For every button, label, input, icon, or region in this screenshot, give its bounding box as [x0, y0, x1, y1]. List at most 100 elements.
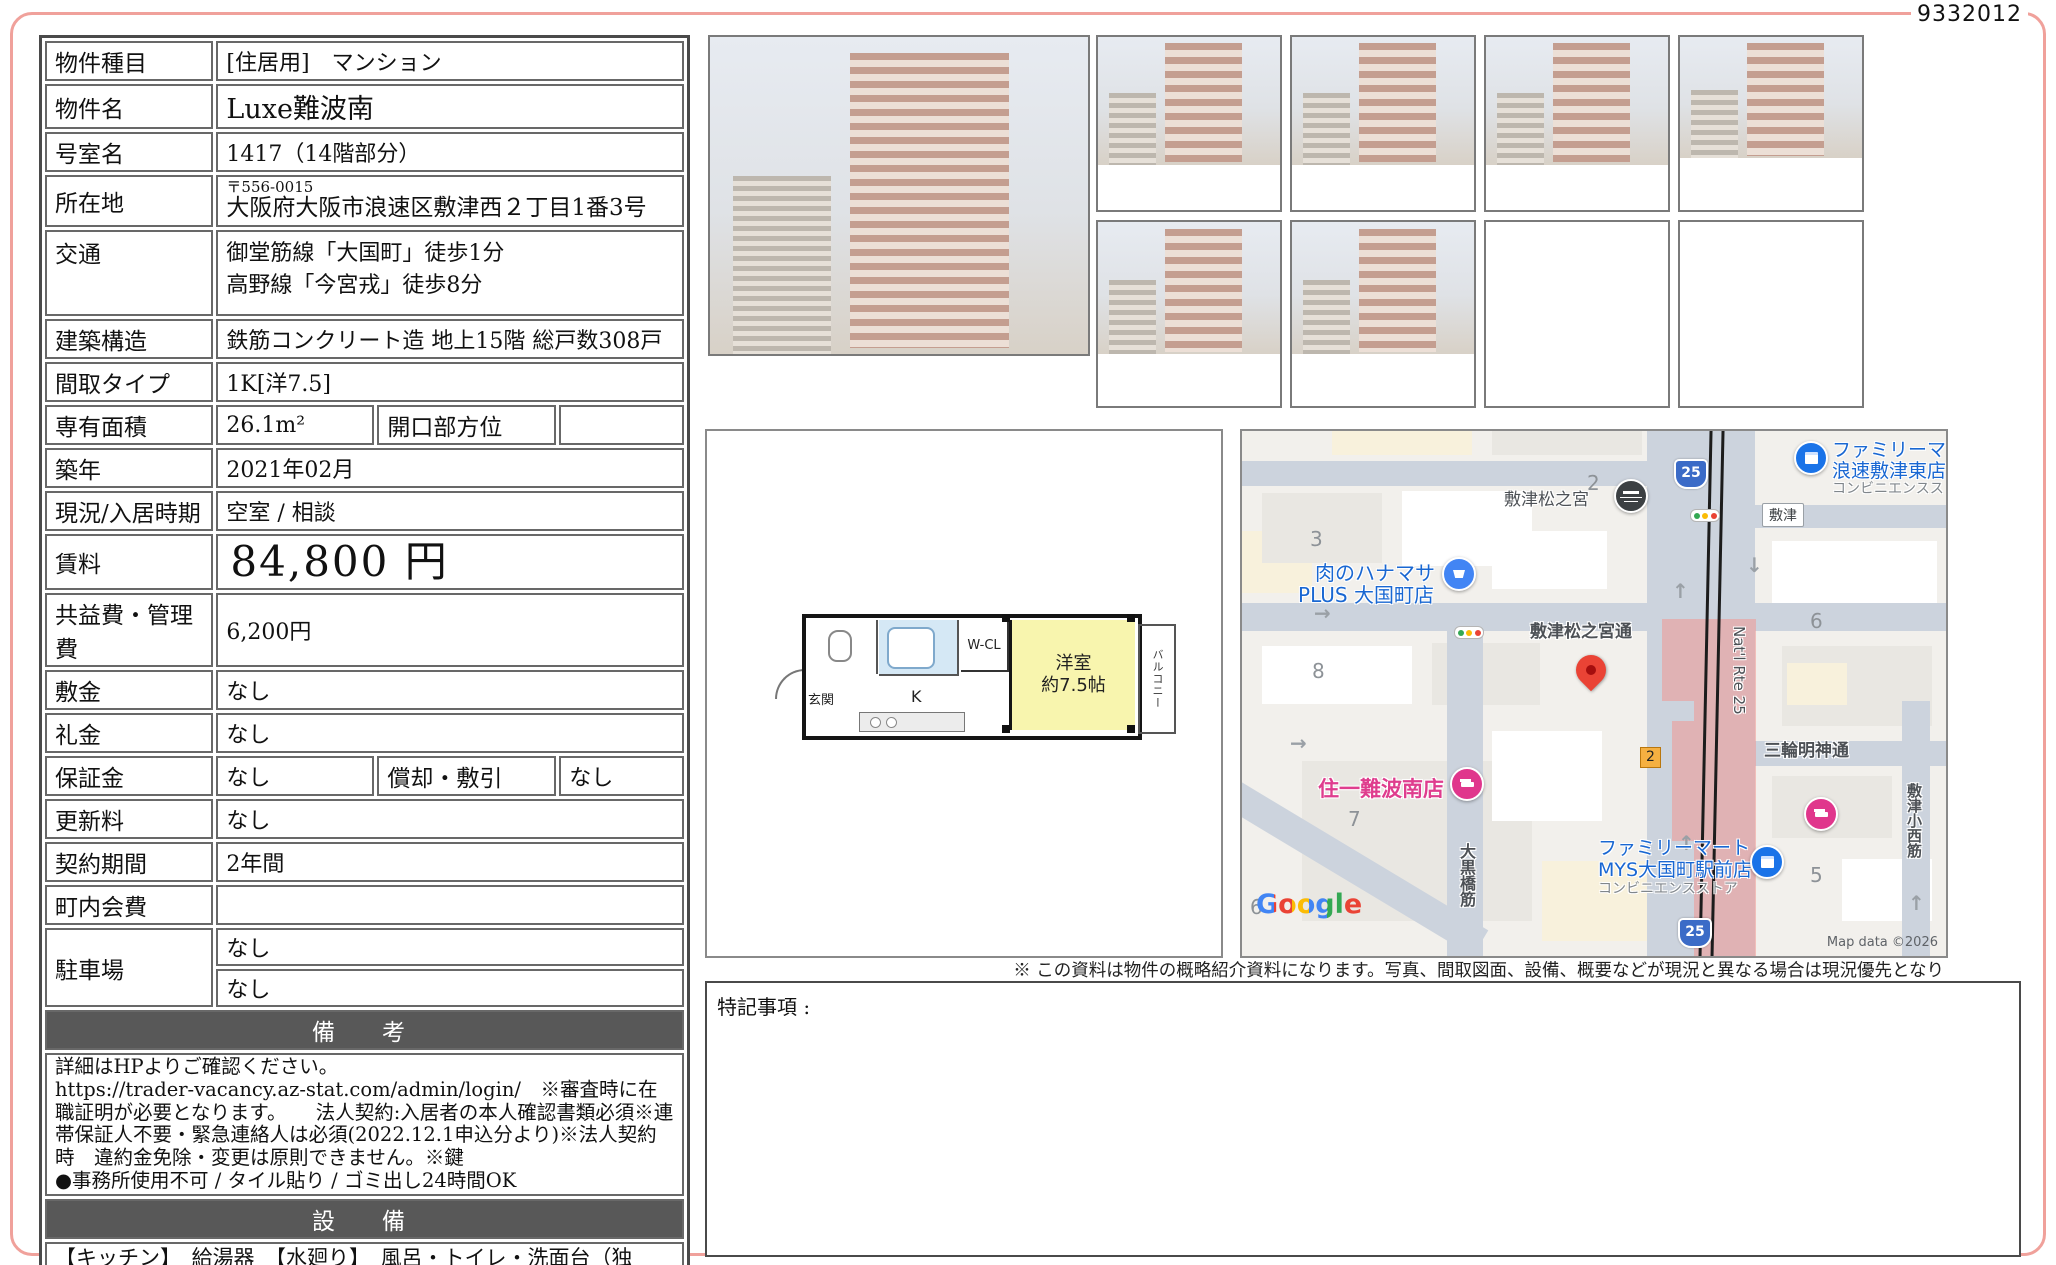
- block-number: 7: [1348, 807, 1361, 831]
- street-label-natl-rte: Nat'l Rte 25: [1730, 626, 1748, 715]
- floorplan-genkan-label: 玄関: [808, 689, 834, 708]
- address-zip: 〒556-0015: [226, 179, 674, 196]
- pillar: [1127, 725, 1135, 733]
- block-number: 3: [1310, 527, 1323, 551]
- station-exit-number: 2: [1640, 747, 1661, 768]
- row-deposit-label: 敷金: [45, 670, 213, 710]
- map-building: [1492, 531, 1607, 589]
- route-25-shield: 25: [1674, 459, 1708, 489]
- location-map[interactable]: 敷津松之宮通 三輪明神通 大黒橋筋 Nat'l Rte 25 敷津小西筋 25 …: [1240, 429, 1948, 958]
- floorplan-main-room: 洋室 約7.5帖: [1009, 620, 1135, 730]
- row-room-label: 号室名: [45, 132, 213, 172]
- property-photo-4: [1678, 35, 1864, 212]
- floorplan-box: W-CL 洋室 約7.5帖 玄関 K バルコニー: [705, 429, 1223, 958]
- street-label-miwa: 三輪明神通: [1764, 736, 1849, 761]
- familymart-mys-line3: コンビニエンスストア: [1598, 878, 1738, 898]
- building-photo-placeholder: [1098, 37, 1280, 165]
- building-photo-placeholder: [1292, 222, 1474, 354]
- row-townfee-value: [216, 885, 684, 925]
- row-keymoney-label: 礼金: [45, 713, 213, 753]
- floorplan-balcony: バルコニー: [1138, 624, 1176, 734]
- special-notes-box: 特記事項 :: [705, 981, 2021, 1257]
- shrine-label: 敷津松之宮: [1504, 485, 1589, 510]
- row-amortization-value: なし: [559, 756, 684, 796]
- row-type-label: 物件種目: [45, 41, 213, 81]
- address-text: 大阪府大阪市浪速区敷津西２丁目1番3号: [226, 195, 674, 223]
- floorplan-toilet-room: [806, 620, 878, 674]
- building-photo-placeholder: [710, 37, 1088, 354]
- empty-photo-slot-2: [1678, 220, 1864, 408]
- storefront-glyph: [1805, 452, 1818, 464]
- floorplan-kitchen-label: K: [911, 687, 922, 706]
- row-status-label: 現況/入居時期: [45, 491, 213, 531]
- row-access-value: 御堂筋線「大国町」徒歩1分 高野線「今宮戎」徒歩8分: [216, 230, 684, 316]
- one-way-arrow-icon: ↑: [1672, 579, 1689, 603]
- row-built-value: 2021年02月: [216, 448, 684, 488]
- row-area-value: 26.1m²: [216, 405, 374, 445]
- row-layout-label: 間取タイプ: [45, 362, 213, 402]
- familymart-east-line3: コンビニエンスス: [1832, 478, 1944, 498]
- row-keymoney-value: なし: [216, 713, 684, 753]
- map-copyright: Map data ©2026: [1827, 935, 1938, 950]
- torii-glyph: [1623, 491, 1639, 494]
- traffic-light-icon: [1690, 509, 1720, 522]
- row-direction-value: [559, 405, 684, 445]
- row-fee-label: 共益費・管理費: [45, 593, 213, 667]
- row-guarantee-label: 保証金: [45, 756, 213, 796]
- map-building: [1492, 731, 1602, 821]
- building-photo-placeholder: [1486, 37, 1668, 165]
- row-status-value: 空室 / 相談: [216, 491, 684, 531]
- shrine-icon[interactable]: [1614, 479, 1648, 513]
- toilet-icon: [828, 630, 852, 662]
- familymart-mys-icon[interactable]: [1750, 845, 1784, 879]
- cart-glyph: [1453, 570, 1465, 578]
- row-renewal-value: なし: [216, 799, 684, 839]
- pillar: [1002, 614, 1010, 622]
- station-name-label: 敷津: [1762, 503, 1804, 527]
- supermarket-cart-icon[interactable]: [1442, 557, 1476, 591]
- main-property-photo: [708, 35, 1090, 356]
- row-guarantee-value: なし: [216, 756, 374, 796]
- storefront-glyph: [1761, 856, 1774, 868]
- floorplan-bathroom: [879, 620, 959, 676]
- row-structure-value: 鉄筋コンクリート造 地上15階 総戸数308戸: [216, 319, 684, 359]
- equipment-text: 【キッチン】 給湯器 【水廻り】 風呂・トイレ・洗面台（独立）・バス・トイレ別・…: [45, 1242, 684, 1265]
- bathtub-icon: [887, 627, 935, 669]
- property-photo-2: [1290, 35, 1476, 212]
- floorplan-closet: W-CL: [961, 620, 1009, 672]
- row-amortization-label: 償却・敷引: [377, 756, 556, 796]
- row-renewal-label: 更新料: [45, 799, 213, 839]
- hotel-poi-icon[interactable]: [1804, 797, 1838, 831]
- route-25-shield: 25: [1678, 918, 1712, 948]
- pillar: [1127, 614, 1135, 622]
- row-type-value: [住居用] マンション: [216, 41, 684, 81]
- station-area: [1672, 721, 1694, 841]
- pin-dot: [1584, 663, 1598, 677]
- familymart-east-icon[interactable]: [1794, 441, 1828, 475]
- row-rent-label: 賃料: [45, 534, 213, 590]
- row-parking-label: 駐車場: [45, 928, 213, 1007]
- row-rent-value: 84,800 円: [216, 534, 684, 590]
- row-area-label: 専有面積: [45, 405, 213, 445]
- one-way-arrow-icon: ↑: [1908, 891, 1925, 915]
- row-parking-value2: なし: [216, 969, 684, 1007]
- remarks-header: 備 考: [45, 1010, 684, 1050]
- street-label-daikoku: 大黒橋筋: [1454, 843, 1478, 907]
- access-line1: 御堂筋線「大国町」徒歩1分: [226, 235, 674, 267]
- burner-icon: [886, 717, 897, 728]
- special-notes-label: 特記事項 :: [707, 983, 2019, 1028]
- burner-icon: [870, 717, 881, 728]
- row-structure-label: 建築構造: [45, 319, 213, 359]
- document-number: 9332012: [1911, 2, 2028, 27]
- property-photo-6: [1290, 220, 1476, 408]
- property-photo-1: [1096, 35, 1282, 212]
- map-building: [1787, 663, 1847, 705]
- block-number: 5: [1810, 863, 1823, 887]
- row-fee-value: 6,200円: [216, 593, 684, 667]
- row-deposit-value: なし: [216, 670, 684, 710]
- sumiichi-hotel-icon[interactable]: [1450, 767, 1484, 801]
- property-location-pin[interactable]: [1570, 649, 1612, 691]
- street-label-konishi: 敷津小西筋: [1904, 783, 1925, 858]
- map-building: [1492, 431, 1642, 455]
- row-parking-value1: なし: [216, 928, 684, 966]
